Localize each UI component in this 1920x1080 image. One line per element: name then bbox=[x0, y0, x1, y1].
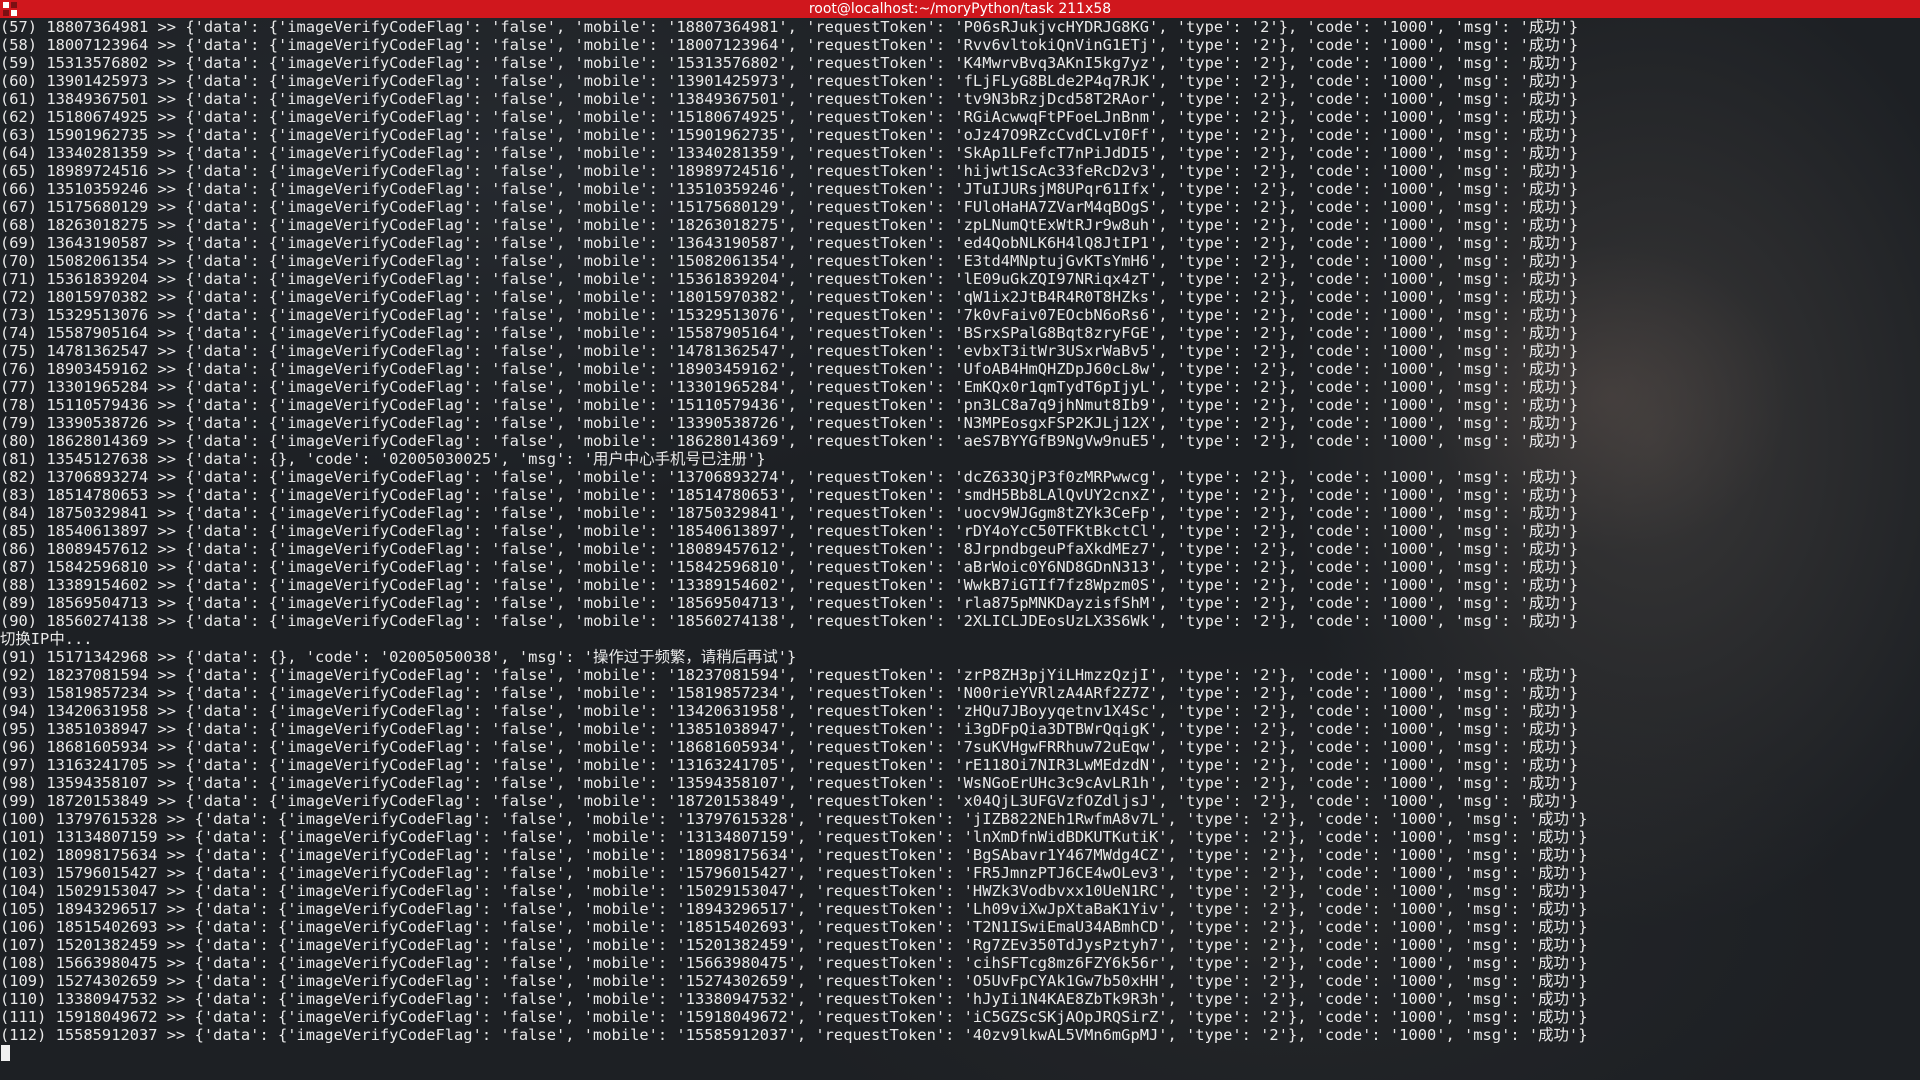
terminal-line: (110) 13380947532 >> {'data': {'imageVer… bbox=[0, 990, 1588, 1008]
terminal-line: (104) 15029153047 >> {'data': {'imageVer… bbox=[0, 882, 1588, 900]
terminal-lines: (57) 18807364981 >> {'data': {'imageVeri… bbox=[0, 18, 1587, 1044]
terminal-line: (64) 13340281359 >> {'data': {'imageVeri… bbox=[0, 144, 1579, 162]
terminal-titlebar[interactable]: root@localhost:~/moryPython/task 211x58 bbox=[0, 0, 1920, 18]
terminal-line: (76) 18903459162 >> {'data': {'imageVeri… bbox=[0, 360, 1579, 378]
terminal-line: (100) 13797615328 >> {'data': {'imageVer… bbox=[0, 810, 1588, 828]
terminal-line: (99) 18720153849 >> {'data': {'imageVeri… bbox=[0, 792, 1579, 810]
terminal-line: (98) 13594358107 >> {'data': {'imageVeri… bbox=[0, 774, 1579, 792]
terminal-line: (111) 15918049672 >> {'data': {'imageVer… bbox=[0, 1008, 1588, 1026]
terminal-line: (77) 13301965284 >> {'data': {'imageVeri… bbox=[0, 378, 1579, 396]
terminal-line: (87) 15842596810 >> {'data': {'imageVeri… bbox=[0, 558, 1579, 576]
terminal-line: (102) 18098175634 >> {'data': {'imageVer… bbox=[0, 846, 1588, 864]
terminal-line: (63) 15901962735 >> {'data': {'imageVeri… bbox=[0, 126, 1579, 144]
terminal-line: (97) 13163241705 >> {'data': {'imageVeri… bbox=[0, 756, 1579, 774]
terminal-line: (72) 18015970382 >> {'data': {'imageVeri… bbox=[0, 288, 1579, 306]
terminal-line: (91) 15171342968 >> {'data': {}, 'code':… bbox=[0, 648, 797, 666]
terminal-line: (107) 15201382459 >> {'data': {'imageVer… bbox=[0, 936, 1588, 954]
terminal-line: (96) 18681605934 >> {'data': {'imageVeri… bbox=[0, 738, 1579, 756]
window-title: root@localhost:~/moryPython/task 211x58 bbox=[808, 1, 1112, 17]
terminal-line: (59) 15313576802 >> {'data': {'imageVeri… bbox=[0, 54, 1579, 72]
terminal-line: (81) 13545127638 >> {'data': {}, 'code':… bbox=[0, 450, 766, 468]
terminal-line: (75) 14781362547 >> {'data': {'imageVeri… bbox=[0, 342, 1579, 360]
terminal-line: (61) 13849367501 >> {'data': {'imageVeri… bbox=[0, 90, 1579, 108]
terminal-line: (58) 18007123964 >> {'data': {'imageVeri… bbox=[0, 36, 1579, 54]
terminal-cursor bbox=[1, 1045, 10, 1061]
terminal-line: (90) 18560274138 >> {'data': {'imageVeri… bbox=[0, 612, 1579, 630]
terminal-line: (112) 15585912037 >> {'data': {'imageVer… bbox=[0, 1026, 1588, 1044]
terminal-line: 切换IP中... bbox=[0, 630, 93, 648]
terminal-output-area[interactable]: (57) 18807364981 >> {'data': {'imageVeri… bbox=[0, 18, 1920, 1080]
terminal-line: (69) 13643190587 >> {'data': {'imageVeri… bbox=[0, 234, 1579, 252]
terminal-line: (88) 13389154602 >> {'data': {'imageVeri… bbox=[0, 576, 1579, 594]
terminal-line: (66) 13510359246 >> {'data': {'imageVeri… bbox=[0, 180, 1579, 198]
terminal-line: (74) 15587905164 >> {'data': {'imageVeri… bbox=[0, 324, 1579, 342]
terminal-line: (89) 18569504713 >> {'data': {'imageVeri… bbox=[0, 594, 1579, 612]
terminal-line: (92) 18237081594 >> {'data': {'imageVeri… bbox=[0, 666, 1579, 684]
terminal-line: (108) 15663980475 >> {'data': {'imageVer… bbox=[0, 954, 1588, 972]
terminal-line: (62) 15180674925 >> {'data': {'imageVeri… bbox=[0, 108, 1579, 126]
terminal-line: (68) 18263018275 >> {'data': {'imageVeri… bbox=[0, 216, 1579, 234]
terminal-line: (60) 13901425973 >> {'data': {'imageVeri… bbox=[0, 72, 1579, 90]
terminal-line: (78) 15110579436 >> {'data': {'imageVeri… bbox=[0, 396, 1579, 414]
terminal-line: (65) 18989724516 >> {'data': {'imageVeri… bbox=[0, 162, 1579, 180]
terminal-line: (105) 18943296517 >> {'data': {'imageVer… bbox=[0, 900, 1588, 918]
terminal-line: (79) 13390538726 >> {'data': {'imageVeri… bbox=[0, 414, 1579, 432]
terminal-line: (82) 13706893274 >> {'data': {'imageVeri… bbox=[0, 468, 1579, 486]
terminal-line: (83) 18514780653 >> {'data': {'imageVeri… bbox=[0, 486, 1579, 504]
terminal-line: (94) 13420631958 >> {'data': {'imageVeri… bbox=[0, 702, 1579, 720]
terminal-line: (85) 18540613897 >> {'data': {'imageVeri… bbox=[0, 522, 1579, 540]
terminal-line: (73) 15329513076 >> {'data': {'imageVeri… bbox=[0, 306, 1579, 324]
terminal-line: (84) 18750329841 >> {'data': {'imageVeri… bbox=[0, 504, 1579, 522]
terminal-line: (95) 13851038947 >> {'data': {'imageVeri… bbox=[0, 720, 1579, 738]
terminal-line: (93) 15819857234 >> {'data': {'imageVeri… bbox=[0, 684, 1579, 702]
terminal-line: (109) 15274302659 >> {'data': {'imageVer… bbox=[0, 972, 1588, 990]
terminal-line: (106) 18515402693 >> {'data': {'imageVer… bbox=[0, 918, 1588, 936]
terminal-line: (67) 15175680129 >> {'data': {'imageVeri… bbox=[0, 198, 1579, 216]
terminal-line: (71) 15361839204 >> {'data': {'imageVeri… bbox=[0, 270, 1579, 288]
terminal-line: (57) 18807364981 >> {'data': {'imageVeri… bbox=[0, 18, 1579, 36]
terminal-line: (86) 18089457612 >> {'data': {'imageVeri… bbox=[0, 540, 1579, 558]
terminal-line: (70) 15082061354 >> {'data': {'imageVeri… bbox=[0, 252, 1579, 270]
terminal-line: (101) 13134807159 >> {'data': {'imageVer… bbox=[0, 828, 1588, 846]
terminal-line: (80) 18628014369 >> {'data': {'imageVeri… bbox=[0, 432, 1579, 450]
terminal-line: (103) 15796015427 >> {'data': {'imageVer… bbox=[0, 864, 1588, 882]
